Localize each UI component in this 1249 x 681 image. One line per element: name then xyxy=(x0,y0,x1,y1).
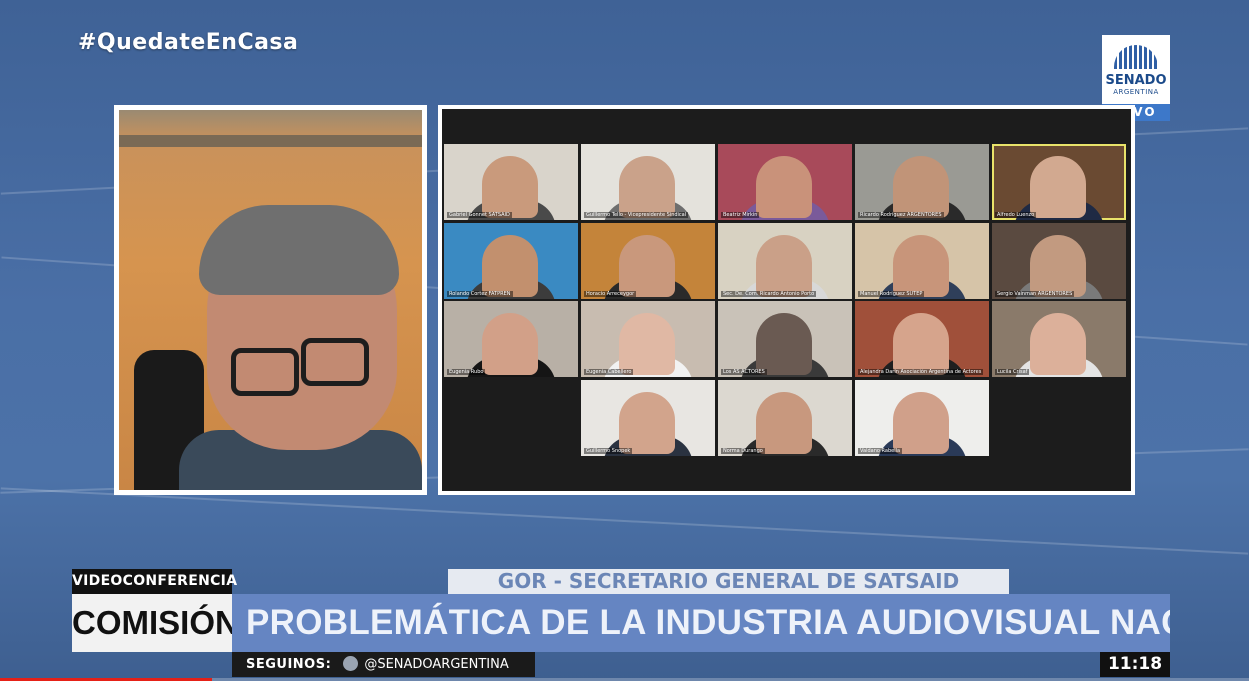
participant-face xyxy=(893,313,949,375)
participant-face xyxy=(893,156,949,218)
twitter-handle: @SENADOARGENTINA xyxy=(364,657,509,672)
participant-name: Alejandra Darín Asociación Argentina de … xyxy=(858,369,984,375)
participant-face xyxy=(756,156,812,218)
participant-tile[interactable]: Ricardo Rodríguez ARGENTORES xyxy=(855,144,989,220)
logo-country: ARGENTINA xyxy=(1113,88,1159,96)
participant-tile[interactable]: Sergio Vainman ARGENTORES xyxy=(992,222,1126,299)
participant-tile[interactable]: Lucila Crisaf xyxy=(992,301,1126,377)
participant-tile[interactable]: Guillermo Snopek xyxy=(581,379,715,456)
participant-tile[interactable]: Rolando Cortez FATPREN xyxy=(444,222,578,299)
speaker-caption: GOR - SECRETARIO GENERAL DE SATSAID xyxy=(448,569,1009,594)
logo-name: SENADO xyxy=(1105,73,1167,88)
twitter-icon xyxy=(343,656,359,671)
participant-name: Sec. De. Com. Ricardo Antonio Porto xyxy=(721,290,817,297)
participant-face xyxy=(619,391,675,454)
participant-tile[interactable]: Horacio Arreceygor xyxy=(581,222,715,299)
participant-face xyxy=(482,156,538,218)
participant-face xyxy=(756,234,812,297)
participant-face xyxy=(893,234,949,297)
participant-face xyxy=(482,234,538,297)
participant-face xyxy=(1030,156,1086,218)
participant-face xyxy=(619,313,675,375)
section-label: COMISIÓN xyxy=(72,594,239,652)
participant-face xyxy=(756,313,812,375)
glasses xyxy=(231,348,299,396)
participant-face xyxy=(1030,234,1086,297)
senado-dome-icon xyxy=(1114,45,1158,69)
participant-name: Alfredo Luenzo xyxy=(995,212,1037,218)
program-title: PROBLEMÁTICA DE LA INDUSTRIA AUDIOVISUAL… xyxy=(232,594,1170,652)
participant-name: Sergio Vainman ARGENTORES xyxy=(995,290,1075,297)
participant-tile[interactable]: Norma Durango xyxy=(718,379,852,456)
participant-tile[interactable]: Eugenia Rubo xyxy=(444,301,578,377)
participant-tile[interactable]: Valdano Rabella xyxy=(855,379,989,456)
participant-name: Manuel Rodríguez SUTEP xyxy=(858,290,925,297)
participant-tile[interactable]: Gabriel Gonnet SATSAID xyxy=(444,144,578,220)
participant-face xyxy=(482,313,538,375)
background-shelf xyxy=(119,135,422,147)
participant-face xyxy=(619,156,675,218)
clock: 11:18 xyxy=(1100,652,1170,677)
participant-name: Beatriz Mirkin xyxy=(721,212,760,218)
participant-face xyxy=(619,234,675,297)
speaker-hair xyxy=(199,205,399,295)
speaker-video xyxy=(119,110,422,490)
participant-name: Eugenia Rubo xyxy=(447,369,486,375)
participant-face xyxy=(756,391,812,454)
zoom-gallery-frame: Gabriel Gonnet SATSAID Guillermo Tello - … xyxy=(438,105,1135,495)
participant-name: Guillermo Tello - Vicepresidente Sindica… xyxy=(584,212,689,218)
background-streak xyxy=(0,487,1249,555)
participant-name: Eugenia Cabellero xyxy=(584,369,634,375)
participant-tile[interactable]: Alfredo Luenzo xyxy=(992,144,1126,220)
social-follow-bar: SEGUINOS: @SENADOARGENTINA xyxy=(232,652,535,677)
participant-tile[interactable]: Sec. De. Com. Ricardo Antonio Porto xyxy=(718,222,852,299)
follow-label: SEGUINOS: xyxy=(246,657,332,672)
participant-name: Lucila Crisaf xyxy=(995,369,1030,375)
participant-tile[interactable]: Alejandra Darín Asociación Argentina de … xyxy=(855,301,989,377)
participant-name: Rolando Cortez FATPREN xyxy=(447,290,513,297)
participant-name: Horacio Arreceygor xyxy=(584,290,637,297)
participant-name: Norma Durango xyxy=(721,447,765,454)
participant-name: Guillermo Snopek xyxy=(584,447,633,454)
participant-tile[interactable]: Manuel Rodríguez SUTEP xyxy=(855,222,989,299)
participant-name: Gabriel Gonnet SATSAID xyxy=(447,212,512,218)
hashtag-overlay: #QuedateEnCasa xyxy=(78,30,299,55)
participant-tile[interactable]: Beatriz Mirkin xyxy=(718,144,852,220)
speaker-video-frame xyxy=(114,105,427,495)
participant-face xyxy=(893,391,949,454)
participant-grid: Gabriel Gonnet SATSAID Guillermo Tello - … xyxy=(442,109,1131,491)
participant-name: Ricardo Rodríguez ARGENTORES xyxy=(858,212,944,218)
videoconference-tag: VIDEOCONFERENCIA xyxy=(72,569,237,594)
participant-face xyxy=(1030,313,1086,375)
participant-tile[interactable]: Eugenia Cabellero xyxy=(581,301,715,377)
participant-name: Los AS ACTORES xyxy=(721,369,767,375)
participant-tile[interactable]: Guillermo Tello - Vicepresidente Sindica… xyxy=(581,144,715,220)
participant-name: Valdano Rabella xyxy=(858,447,903,454)
glasses xyxy=(301,338,369,386)
participant-tile[interactable]: Los AS ACTORES xyxy=(718,301,852,377)
